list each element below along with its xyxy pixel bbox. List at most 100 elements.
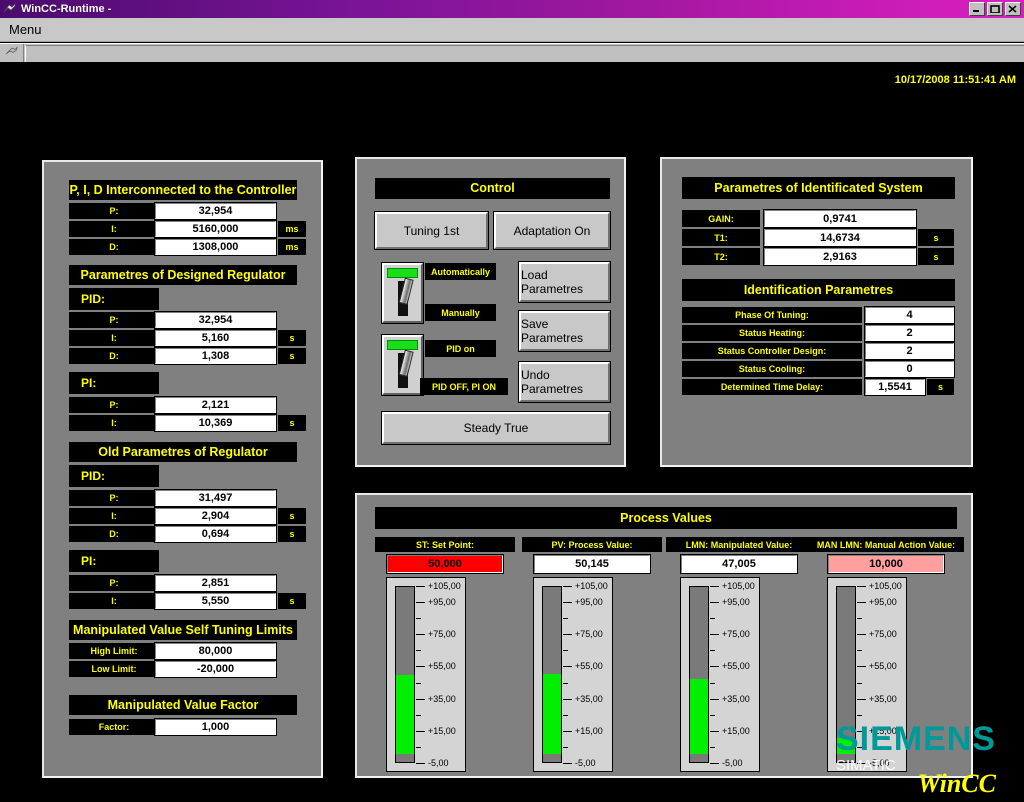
mode-switch-top-label: Automatically [425,263,496,280]
minimize-button[interactable] [969,2,985,16]
designed-pid-row-label: D: [69,348,159,364]
toolbar [0,43,1024,62]
old-pi-i-value[interactable]: 5,550 [154,592,277,610]
wincc-runtime-window: WinCC-Runtime - Menu 10/17/2008 11:51:41… [0,0,1024,802]
old-pi-i-unit: s [278,593,306,609]
gauge-tick-minor [416,682,421,684]
determined-time-delay-unit: s [927,379,954,395]
gauge-tick-label: +55,00 [869,661,897,672]
gauge-tick-major [563,763,572,764]
t1-value[interactable]: 14,6734 [763,228,917,247]
tuning-1st-button[interactable]: Tuning 1st [374,211,489,250]
load-parametres-button[interactable]: Load Parametres [518,261,611,303]
gauge-tick-minor [710,682,715,684]
t2-value[interactable]: 2,9163 [763,247,917,266]
high-limit-value[interactable]: 80,000 [154,642,277,660]
control-panel: Control Tuning 1st Adaptation On Automat… [354,156,627,468]
cursor-arrow-icon [4,44,20,62]
gauge-tick-minor [710,746,715,748]
phase-of-tuning-value[interactable]: 4 [864,306,955,324]
wincc-wordmark: WinCC [917,769,996,798]
undo-parametres-button[interactable]: Undo Parametres [518,361,611,403]
mode-switch-bottom-label: Manually [425,304,496,321]
window-controls [969,2,1021,16]
mode-toggle-switch[interactable] [381,262,424,324]
adaptation-on-button[interactable]: Adaptation On [493,211,611,250]
gauge-tick-label: +35,00 [428,693,456,704]
menu-item-menu[interactable]: Menu [0,20,50,40]
runtime-timestamp: 10/17/2008 11:51:41 AM [894,74,1016,86]
phase-of-tuning-label: Phase Of Tuning: [682,307,862,323]
designed-pid-row-label: I: [69,330,159,346]
designed-pi-i-value[interactable]: 10,369 [154,414,277,432]
status-heating-value[interactable]: 2 [864,324,955,342]
gauge-value-field[interactable]: 47,005 [680,554,798,574]
status-heating-label: Status Heating: [682,325,862,341]
pid-switch-top-label: PID on [425,340,496,357]
gauge-value-field[interactable]: 50,000 [386,554,504,574]
factor-value[interactable]: 1,000 [154,718,277,736]
gauge-tick-label: +35,00 [575,693,603,704]
gauge-tick-minor [563,650,568,652]
interconnected-i-unit: ms [278,221,306,237]
gain-value[interactable]: 0,9741 [763,209,917,228]
close-button[interactable] [1005,2,1021,16]
gauge-tick-major [563,698,572,700]
gauge-tick-label: +105,00 [575,581,608,591]
steady-true-button[interactable]: Steady True [381,411,611,445]
manipulated-value-factor-caption: Manipulated Value Factor [69,695,297,715]
old-pid-i-value[interactable]: 2,904 [154,507,277,525]
gauge-tick-minor [710,618,715,620]
old-pid-label: PID: [69,465,159,487]
status-controller-design-value[interactable]: 2 [864,342,955,360]
status-cooling-label: Status Cooling: [682,361,862,377]
interconnected-d-value[interactable]: 1308,000 [154,238,277,256]
designed-pid-label: PID: [69,288,159,310]
gauge-tick-minor [710,650,715,652]
interconnected-i-value[interactable]: 5160,000 [154,220,277,238]
gauge-value-field[interactable]: 50,145 [533,554,651,574]
designed-pid-i-unit: s [278,330,306,346]
old-pi-p-value[interactable]: 2,851 [154,574,277,592]
gauge-tick-label: +95,00 [869,597,897,608]
gauge-tick-label: +95,00 [722,597,750,608]
gauge-tick-major [857,634,866,636]
designed-pid-i-value[interactable]: 5,160 [154,329,277,347]
gauge-tick-minor [416,746,421,748]
old-pi-row-label: P: [69,575,159,591]
old-pid-d-value[interactable]: 0,694 [154,525,277,543]
status-cooling-value[interactable]: 0 [864,360,955,378]
t2-unit: s [918,248,954,265]
gauge-tick-label: -5,00 [575,758,596,768]
old-pid-p-value[interactable]: 31,497 [154,489,277,507]
low-limit-value[interactable]: -20,000 [154,660,277,678]
gauge-tick-major [857,586,866,587]
gauge-tick-minor [857,650,862,652]
menu-bar: Menu [0,18,1024,42]
old-pi-label: PI: [69,550,159,572]
gauge-tick-label: +95,00 [428,597,456,608]
gauge-tick-minor [416,618,421,620]
gauge-tick-major [710,763,719,764]
designed-pid-p-value[interactable]: 32,954 [154,311,277,329]
old-parameters-caption: Old Parametres of Regulator [69,442,297,462]
gauge-tick-label: +15,00 [575,725,603,736]
designed-pi-row-label: I: [69,415,159,431]
gauge-tick-label: +105,00 [428,581,461,591]
designed-pi-p-value[interactable]: 2,121 [154,396,277,414]
gauge-tick-label: +105,00 [722,581,755,591]
pid-switch-bottom-label: PID OFF, PI ON [420,378,508,395]
window-titlebar: WinCC-Runtime - [0,0,1024,18]
pid-toggle-switch[interactable] [381,334,424,396]
designed-pi-label: PI: [69,372,159,394]
gauge-tick-major [710,730,719,732]
gauge-tick-minor [710,714,715,716]
save-parametres-button[interactable]: Save Parametres [518,310,611,352]
gauge-value-field[interactable]: 10,000 [827,554,945,574]
determined-time-delay-value[interactable]: 1,5541 [864,378,926,396]
maximize-button[interactable] [987,2,1003,16]
designed-pid-d-unit: s [278,348,306,364]
designed-pid-d-value[interactable]: 1,308 [154,347,277,365]
toolbar-cursor-button[interactable] [0,44,24,62]
interconnected-p-value[interactable]: 32,954 [154,202,277,220]
